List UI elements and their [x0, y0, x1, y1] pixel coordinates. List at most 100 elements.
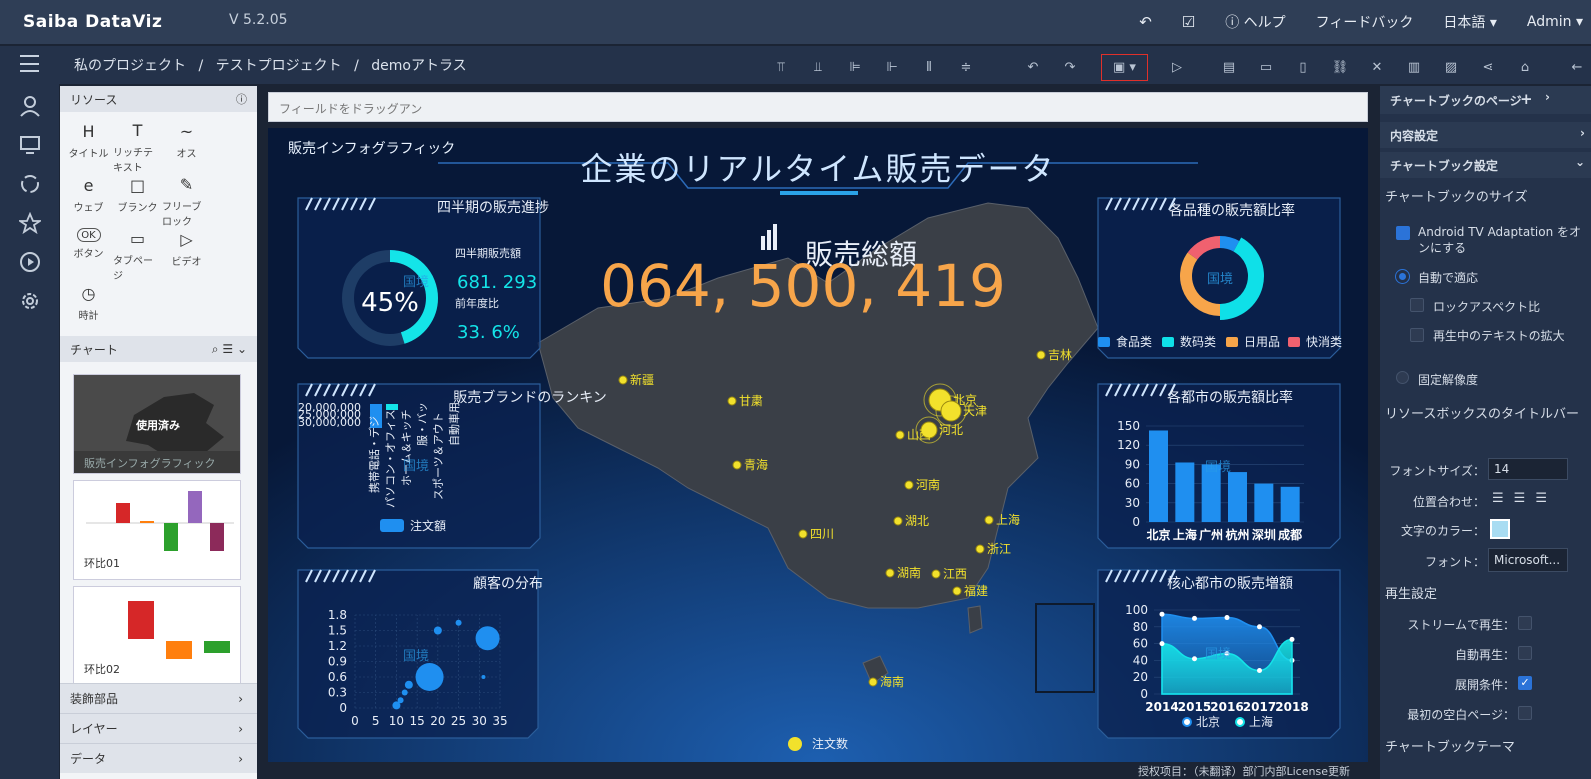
card-icon[interactable]: ▭	[1255, 58, 1277, 78]
growth-legend: 北京	[1196, 715, 1220, 729]
resource-title-item[interactable]: H タイトル	[64, 120, 113, 174]
back-icon[interactable]: ↶	[1139, 13, 1152, 31]
area-point	[1257, 667, 1262, 673]
chart-thumb-infographic[interactable]: 使用済み 販売インフォグラフィック	[73, 374, 241, 474]
chart-thumb-hb01[interactable]: 环比01	[73, 480, 241, 580]
cycle-icon[interactable]	[0, 164, 59, 203]
tag-icon[interactable]: ⌂	[1514, 58, 1536, 78]
city-label: 河南	[916, 477, 940, 492]
book-settings-row[interactable]: チャートブック設定 ⌄	[1380, 152, 1591, 178]
align-bottom-icon[interactable]: ⫫	[807, 58, 829, 78]
settings-icon[interactable]	[0, 281, 59, 320]
first-blank-row: 最初の空白ページ：	[1380, 706, 1591, 724]
decoration-section[interactable]: 装飾部品 ›	[60, 683, 257, 713]
resource-freeblock-item[interactable]: ✎ フリーブロック	[162, 174, 211, 228]
chevron-down-icon[interactable]: ⌄	[237, 342, 247, 356]
align-top-icon[interactable]: ⫪	[770, 58, 792, 78]
font-select[interactable]: Microsoft...	[1488, 548, 1568, 572]
play-icon[interactable]: ▷	[1166, 58, 1188, 78]
mobile-icon[interactable]: ▯	[1292, 58, 1314, 78]
y-tick-label: 0.6	[328, 670, 347, 684]
caret-down-icon: ▾	[1575, 14, 1583, 30]
data-section[interactable]: データ ›	[60, 743, 257, 773]
fixed-res-option[interactable]: 固定解像度	[1380, 371, 1591, 388]
resource-web-item[interactable]: e ウェブ	[64, 174, 113, 228]
star-icon[interactable]	[0, 203, 59, 242]
help-icon[interactable]: ⓘ	[236, 91, 247, 107]
align-right-icon[interactable]: ⊩	[881, 58, 903, 78]
resource-blank-item[interactable]: □ ブランク	[113, 174, 162, 228]
share-icon[interactable]: ⋖	[1477, 58, 1499, 78]
dashboard-label: 販売インフォグラフィック	[288, 141, 455, 157]
checkbox-icon[interactable]	[1518, 706, 1532, 720]
checkbox-icon[interactable]	[1518, 646, 1532, 660]
align-right-icon[interactable]: ☰	[1535, 491, 1557, 506]
image-icon[interactable]: ▨	[1440, 58, 1462, 78]
chevron-right-icon: ›	[1580, 126, 1585, 140]
arrow-left-icon[interactable]: ←	[1566, 58, 1588, 78]
breadcrumb-item[interactable]: demoアトラス	[371, 58, 466, 74]
chevron-right-icon[interactable]: ›	[1545, 90, 1550, 104]
city-label: 山西	[907, 428, 931, 442]
resource-richtext-item[interactable]: T リッチテキスト	[113, 120, 162, 174]
pdf-icon[interactable]: ▥	[1403, 58, 1425, 78]
help-icon: ⓘ	[1225, 15, 1240, 31]
field-drop-zone[interactable]: フィールドをドラッグアン	[268, 92, 1368, 122]
y-tick-label: 60	[1125, 477, 1140, 491]
help-link[interactable]: ⓘ ヘルプ	[1225, 12, 1285, 32]
autoplay-label: 自動再生：	[1454, 648, 1515, 662]
resource-button-item[interactable]: OK ボタン	[64, 228, 113, 282]
excel-icon[interactable]: ✕	[1366, 58, 1388, 78]
user-menu[interactable]: Admin ▾	[1527, 14, 1583, 30]
play-circle-icon[interactable]	[0, 242, 59, 281]
sales-value: 681. 293	[457, 272, 537, 293]
align-left-icon[interactable]: ⊫	[844, 58, 866, 78]
language-select[interactable]: 日本語 ▾	[1443, 12, 1496, 32]
panel-title: 販売ブランドのランキン	[453, 389, 607, 406]
undo-icon[interactable]: ↶	[1022, 58, 1044, 78]
breadcrumb-item[interactable]: 私のプロジェクト	[74, 58, 186, 74]
distribute-v-icon[interactable]: ≑	[955, 58, 977, 78]
search-icon[interactable]: ⌕	[212, 342, 219, 356]
android-option[interactable]: Android TV Adaptation をオンにする	[1380, 224, 1591, 256]
tab-page-icon: ▭	[129, 229, 146, 248]
x-tick-label: 0	[351, 714, 359, 728]
font-size-input[interactable]: 14	[1488, 458, 1568, 480]
color-swatch[interactable]	[1490, 519, 1510, 539]
resource-chart-item[interactable]: ~ オス	[162, 120, 211, 174]
redo-icon[interactable]: ↷	[1059, 58, 1081, 78]
list-icon[interactable]: ☰	[222, 342, 233, 356]
menu-icon[interactable]	[20, 55, 39, 72]
resource-clock-item[interactable]: ◷ 時計	[64, 282, 113, 336]
resource-tabpage-item[interactable]: ▭ タブページ	[113, 228, 162, 282]
lock-aspect-option[interactable]: ロックアスペクト比	[1380, 298, 1591, 315]
chart-thumb-hb02[interactable]: 环比02	[73, 586, 241, 686]
align-left-icon[interactable]: ☰	[1492, 491, 1514, 506]
dashboard-canvas[interactable]: 販売インフォグラフィック 企業のリアルタイム販売データ 販売総額 064, 50…	[268, 128, 1368, 762]
checkbox-checked-icon[interactable]: ✓	[1518, 676, 1532, 690]
feedback-link[interactable]: フィードバック	[1316, 12, 1414, 32]
monitor-icon[interactable]	[0, 125, 59, 164]
plus-icon[interactable]: +	[1520, 90, 1533, 108]
brand-legend: 注文額	[410, 518, 446, 533]
area-point	[1192, 656, 1197, 662]
page-icon[interactable]: ▤	[1218, 58, 1240, 78]
breadcrumb-item[interactable]: テストプロジェクト	[216, 58, 342, 74]
yoy-value: 33. 6%	[457, 322, 520, 343]
scatter-point	[397, 697, 404, 704]
align-center-icon[interactable]: ☰	[1514, 491, 1536, 506]
layer-section[interactable]: レイヤー ›	[60, 713, 257, 743]
distribute-h-icon[interactable]: ⫴	[918, 58, 940, 78]
save-button[interactable]: ▣ ▾	[1101, 54, 1148, 81]
content-settings-row[interactable]: 内容設定 ›	[1380, 122, 1591, 148]
user-icon[interactable]	[0, 86, 59, 125]
y-tick-label: 80	[1133, 620, 1148, 634]
resource-video-item[interactable]: ▷ ビデオ	[162, 228, 211, 282]
text-zoom-option[interactable]: 再生中のテキストの拡大	[1380, 328, 1591, 344]
checkbox-checked-icon[interactable]	[1396, 226, 1410, 240]
link-icon[interactable]: ⛓	[1329, 58, 1351, 78]
auto-fit-option[interactable]: 自動で適応	[1380, 269, 1591, 286]
heading-icon: H	[82, 121, 95, 141]
edit-icon[interactable]: ☑	[1182, 13, 1195, 31]
checkbox-icon[interactable]	[1518, 616, 1532, 630]
